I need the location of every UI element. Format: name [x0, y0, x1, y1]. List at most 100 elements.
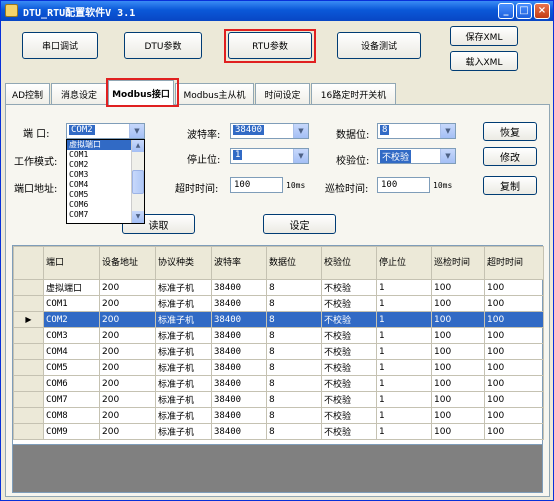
tab-16-timer-switch[interactable]: 16路定时开关机	[311, 83, 396, 104]
table-cell[interactable]: 虚拟端口	[43, 279, 100, 296]
tab-ad-control[interactable]: AD控制	[5, 83, 50, 104]
table-cell[interactable]: 8	[266, 295, 322, 312]
table-cell[interactable]: 100	[431, 391, 485, 408]
table-cell[interactable]: 38400	[211, 279, 267, 296]
table-cell[interactable]: COM1	[43, 295, 100, 312]
close-button[interactable]: ×	[534, 3, 550, 19]
table-cell[interactable]: 100	[431, 407, 485, 424]
table-row[interactable]: COM6 200 标准子机 38400 8 不校验 1 100 100	[13, 375, 544, 392]
table-cell[interactable]: 200	[99, 375, 156, 392]
chevron-down-icon[interactable]: ▼	[293, 149, 308, 163]
column-header[interactable]: 协议种类	[155, 246, 212, 280]
row-header[interactable]	[13, 295, 44, 312]
scroll-down-icon[interactable]: ▼	[132, 211, 144, 223]
column-header[interactable]: 巡检时间	[431, 246, 485, 280]
table-cell[interactable]: 200	[99, 327, 156, 344]
table-cell[interactable]: 不校验	[321, 311, 377, 328]
table-row[interactable]: COM1 200 标准子机 38400 8 不校验 1 100 100	[13, 295, 544, 312]
table-cell[interactable]: COM7	[43, 391, 100, 408]
table-cell[interactable]: 38400	[211, 359, 267, 376]
table-cell[interactable]: 1	[376, 359, 432, 376]
table-cell[interactable]: 标准子机	[155, 311, 212, 328]
table-cell[interactable]: 8	[266, 359, 322, 376]
table-cell[interactable]: 38400	[211, 327, 267, 344]
table-cell[interactable]: 100	[484, 391, 544, 408]
table-cell[interactable]: 38400	[211, 295, 267, 312]
chevron-down-icon[interactable]: ▼	[440, 149, 455, 163]
tab-modbus-master-slave[interactable]: Modbus主从机	[175, 83, 254, 104]
table-cell[interactable]: 1	[376, 375, 432, 392]
table-cell[interactable]: 200	[99, 359, 156, 376]
row-header[interactable]	[13, 391, 44, 408]
row-header[interactable]	[13, 359, 44, 376]
table-cell[interactable]: 标准子机	[155, 407, 212, 424]
table-cell[interactable]: 100	[431, 359, 485, 376]
parity-select[interactable]: 不校验 ▼	[377, 148, 456, 164]
table-cell[interactable]: 100	[431, 375, 485, 392]
table-cell[interactable]: 8	[266, 391, 322, 408]
column-header[interactable]: 数据位	[266, 246, 322, 280]
table-cell[interactable]: 100	[431, 327, 485, 344]
table-row[interactable]: COM5 200 标准子机 38400 8 不校验 1 100 100	[13, 359, 544, 376]
table-cell[interactable]: 不校验	[321, 343, 377, 360]
load-xml-button[interactable]: 载入XML	[450, 51, 518, 71]
timeout-input[interactable]: 100	[230, 177, 283, 193]
row-header[interactable]	[13, 375, 44, 392]
table-cell[interactable]: 100	[431, 295, 485, 312]
table-cell[interactable]: 38400	[211, 375, 267, 392]
table-cell[interactable]: 8	[266, 423, 322, 440]
serial-debug-button[interactable]: 串口调试	[22, 32, 98, 59]
table-cell[interactable]: 8	[266, 343, 322, 360]
table-cell[interactable]: COM8	[43, 407, 100, 424]
table-cell[interactable]: 8	[266, 407, 322, 424]
databits-select[interactable]: 8 ▼	[377, 123, 456, 139]
table-cell[interactable]: 1	[376, 327, 432, 344]
table-cell[interactable]: 标准子机	[155, 391, 212, 408]
table-cell[interactable]: 200	[99, 311, 156, 328]
minimize-button[interactable]: _	[498, 3, 514, 19]
table-cell[interactable]: 38400	[211, 407, 267, 424]
table-cell[interactable]: 100	[431, 423, 485, 440]
scroll-thumb[interactable]	[132, 170, 144, 194]
row-header[interactable]	[13, 279, 44, 296]
table-cell[interactable]: 200	[99, 407, 156, 424]
table-cell[interactable]: 不校验	[321, 279, 377, 296]
table-cell[interactable]: 100	[484, 423, 544, 440]
device-test-button[interactable]: 设备测试	[337, 32, 421, 59]
table-cell[interactable]: 38400	[211, 343, 267, 360]
table-cell[interactable]: 不校验	[321, 391, 377, 408]
table-cell[interactable]: 100	[484, 279, 544, 296]
table-row[interactable]: 虚拟端口 200 标准子机 38400 8 不校验 1 100 100	[13, 279, 544, 296]
table-cell[interactable]: 100	[484, 407, 544, 424]
table-cell[interactable]: 38400	[211, 391, 267, 408]
save-xml-button[interactable]: 保存XML	[450, 26, 518, 46]
modify-button[interactable]: 修改	[483, 147, 537, 166]
table-cell[interactable]: 不校验	[321, 327, 377, 344]
table-cell[interactable]: 100	[431, 279, 485, 296]
table-cell[interactable]: 标准子机	[155, 279, 212, 296]
scroll-up-icon[interactable]: ▲	[132, 140, 144, 152]
table-cell[interactable]: 1	[376, 295, 432, 312]
column-header[interactable]: 波特率	[211, 246, 267, 280]
table-cell[interactable]: COM4	[43, 343, 100, 360]
table-cell[interactable]: 不校验	[321, 295, 377, 312]
table-cell[interactable]: 100	[484, 359, 544, 376]
port-option[interactable]: 虚拟端口	[67, 140, 131, 150]
table-cell[interactable]: 100	[431, 311, 485, 328]
column-header[interactable]: 超时时间	[484, 246, 544, 280]
column-header[interactable]: 停止位	[376, 246, 432, 280]
table-cell[interactable]: 200	[99, 343, 156, 360]
table-cell[interactable]: 8	[266, 311, 322, 328]
table-row[interactable]: COM8 200 标准子机 38400 8 不校验 1 100 100	[13, 407, 544, 424]
table-cell[interactable]: 100	[484, 327, 544, 344]
table-cell[interactable]: 1	[376, 343, 432, 360]
row-pointer-icon[interactable]: ▶	[13, 311, 44, 328]
table-cell[interactable]: 标准子机	[155, 375, 212, 392]
table-cell[interactable]: 标准子机	[155, 423, 212, 440]
table-row[interactable]: COM9 200 标准子机 38400 8 不校验 1 100 100	[13, 423, 544, 440]
table-cell[interactable]: 8	[266, 375, 322, 392]
column-header[interactable]: 设备地址	[99, 246, 156, 280]
stopbits-select[interactable]: 1 ▼	[230, 148, 309, 164]
table-cell[interactable]: 标准子机	[155, 295, 212, 312]
baud-select[interactable]: 38400 ▼	[230, 123, 309, 139]
